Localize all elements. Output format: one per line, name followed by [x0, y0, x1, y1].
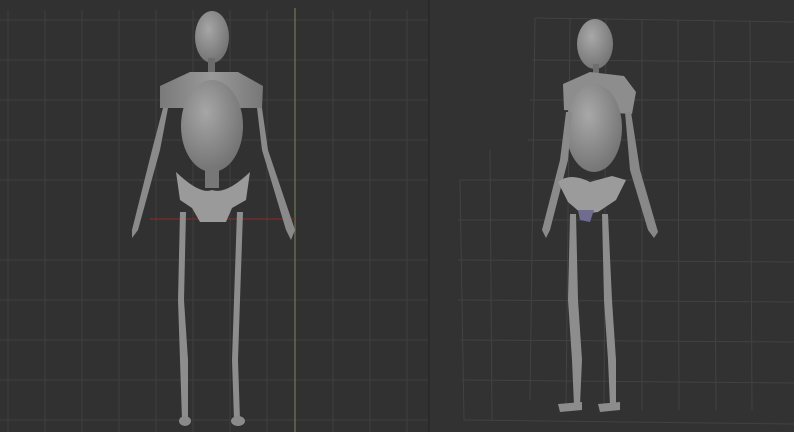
viewport-front-canvas[interactable]: [0, 0, 428, 432]
viewport-front[interactable]: [0, 0, 428, 432]
viewport-side[interactable]: [430, 0, 794, 432]
modeling-app-window: [0, 0, 794, 432]
viewport-side-canvas[interactable]: [430, 0, 794, 432]
mannequin-side-icon[interactable]: [542, 19, 658, 412]
